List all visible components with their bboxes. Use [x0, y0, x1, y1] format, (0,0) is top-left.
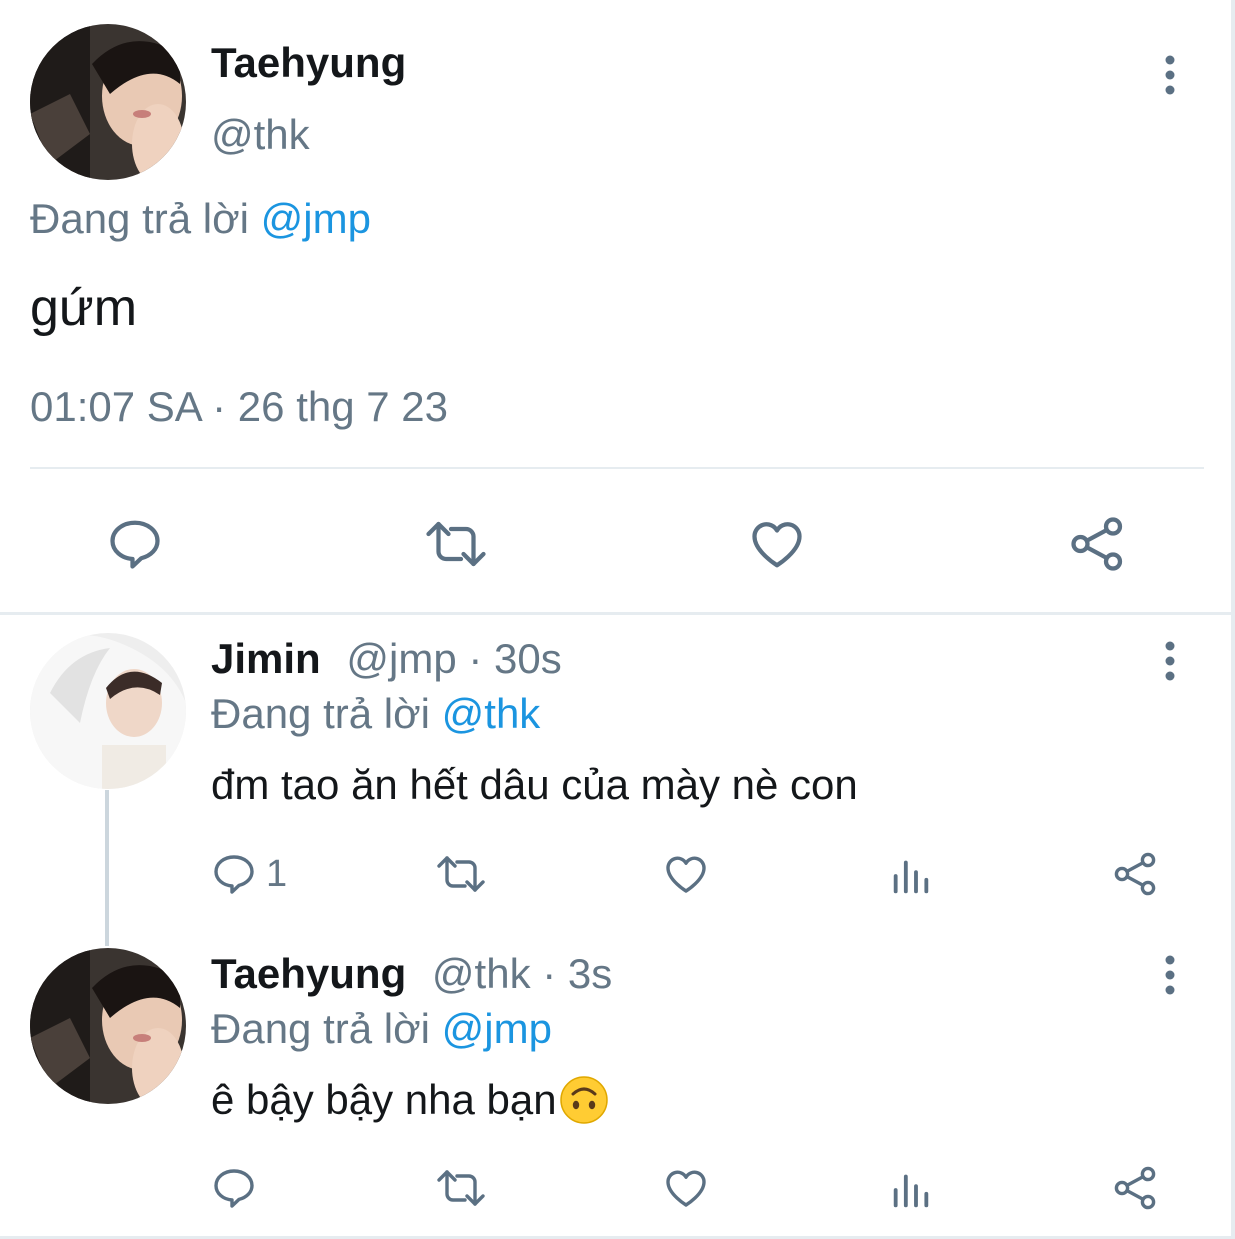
analytics-icon [888, 853, 934, 899]
replying-prefix: Đang trả lời [30, 195, 261, 242]
like-button[interactable] [662, 846, 710, 902]
retweet-icon [434, 1164, 488, 1212]
share-icon [1112, 1164, 1160, 1212]
upside-down-face-emoji-icon [559, 1075, 609, 1125]
replying-to: Đang trả lời @thk [211, 689, 540, 739]
share-icon [1112, 850, 1160, 898]
more-options-icon[interactable] [1150, 52, 1190, 100]
like-button[interactable] [662, 1160, 710, 1216]
replying-prefix: Đang trả lời [211, 1005, 442, 1052]
right-border [1231, 0, 1235, 1239]
reply-icon [105, 514, 165, 574]
reply-button[interactable]: 1 [210, 846, 287, 902]
more-options-icon[interactable] [1150, 638, 1190, 686]
replying-mention[interactable]: @thk [442, 690, 541, 737]
share-button[interactable] [1112, 1160, 1160, 1216]
author-handle-time[interactable]: @jmp · 30s [346, 635, 561, 682]
author-name[interactable]: Taehyung [211, 950, 406, 997]
like-icon [662, 1164, 710, 1212]
reply-count: 1 [266, 852, 288, 895]
share-button[interactable] [1112, 846, 1160, 902]
tweet-text: ê bậy bậy nha bạn [211, 1076, 557, 1123]
author-name[interactable]: Taehyung [211, 38, 406, 88]
section-divider [0, 612, 1235, 615]
replying-mention[interactable]: @jmp [442, 1005, 552, 1052]
divider [30, 467, 1204, 469]
author-handle[interactable]: @thk [211, 110, 310, 160]
reply-button[interactable] [100, 509, 170, 579]
analytics-button[interactable] [888, 1162, 934, 1218]
retweet-button[interactable] [434, 846, 488, 902]
reply-icon [210, 850, 258, 898]
share-icon [1068, 514, 1128, 574]
like-icon [662, 850, 710, 898]
avatar-taehyung[interactable] [30, 24, 186, 180]
like-icon [747, 514, 807, 574]
tweet-text-row: ê bậy bậy nha bạn [211, 1075, 609, 1125]
replying-to: Đang trả lời @jmp [30, 194, 371, 244]
analytics-icon [888, 1167, 934, 1213]
share-button[interactable] [1063, 509, 1133, 579]
reply-header: Jimin @jmp · 30s [211, 634, 562, 684]
retweet-button[interactable] [421, 509, 491, 579]
author-name[interactable]: Jimin [211, 635, 321, 682]
replying-to: Đang trả lời @jmp [211, 1004, 552, 1054]
reply-icon [210, 1164, 258, 1212]
retweet-icon [434, 850, 488, 898]
reply-button[interactable] [210, 1160, 258, 1216]
analytics-button[interactable] [888, 848, 934, 904]
retweet-icon [423, 514, 489, 574]
thread-line [105, 790, 109, 946]
like-button[interactable] [742, 509, 812, 579]
avatar-jimin[interactable] [30, 633, 186, 789]
tweet-timestamp[interactable]: 01:07 SA · 26 thg 7 23 [30, 382, 448, 432]
replying-prefix: Đang trả lời [211, 690, 442, 737]
reply-header: Taehyung @thk · 3s [211, 949, 612, 999]
author-handle-time[interactable]: @thk · 3s [432, 950, 612, 997]
tweet-text: gứm [30, 279, 138, 337]
replying-mention[interactable]: @jmp [261, 195, 371, 242]
retweet-button[interactable] [434, 1160, 488, 1216]
more-options-icon[interactable] [1150, 952, 1190, 1000]
avatar-taehyung[interactable] [30, 948, 186, 1104]
tweet-text: đm tao ăn hết dâu của mày nè con [211, 761, 858, 808]
